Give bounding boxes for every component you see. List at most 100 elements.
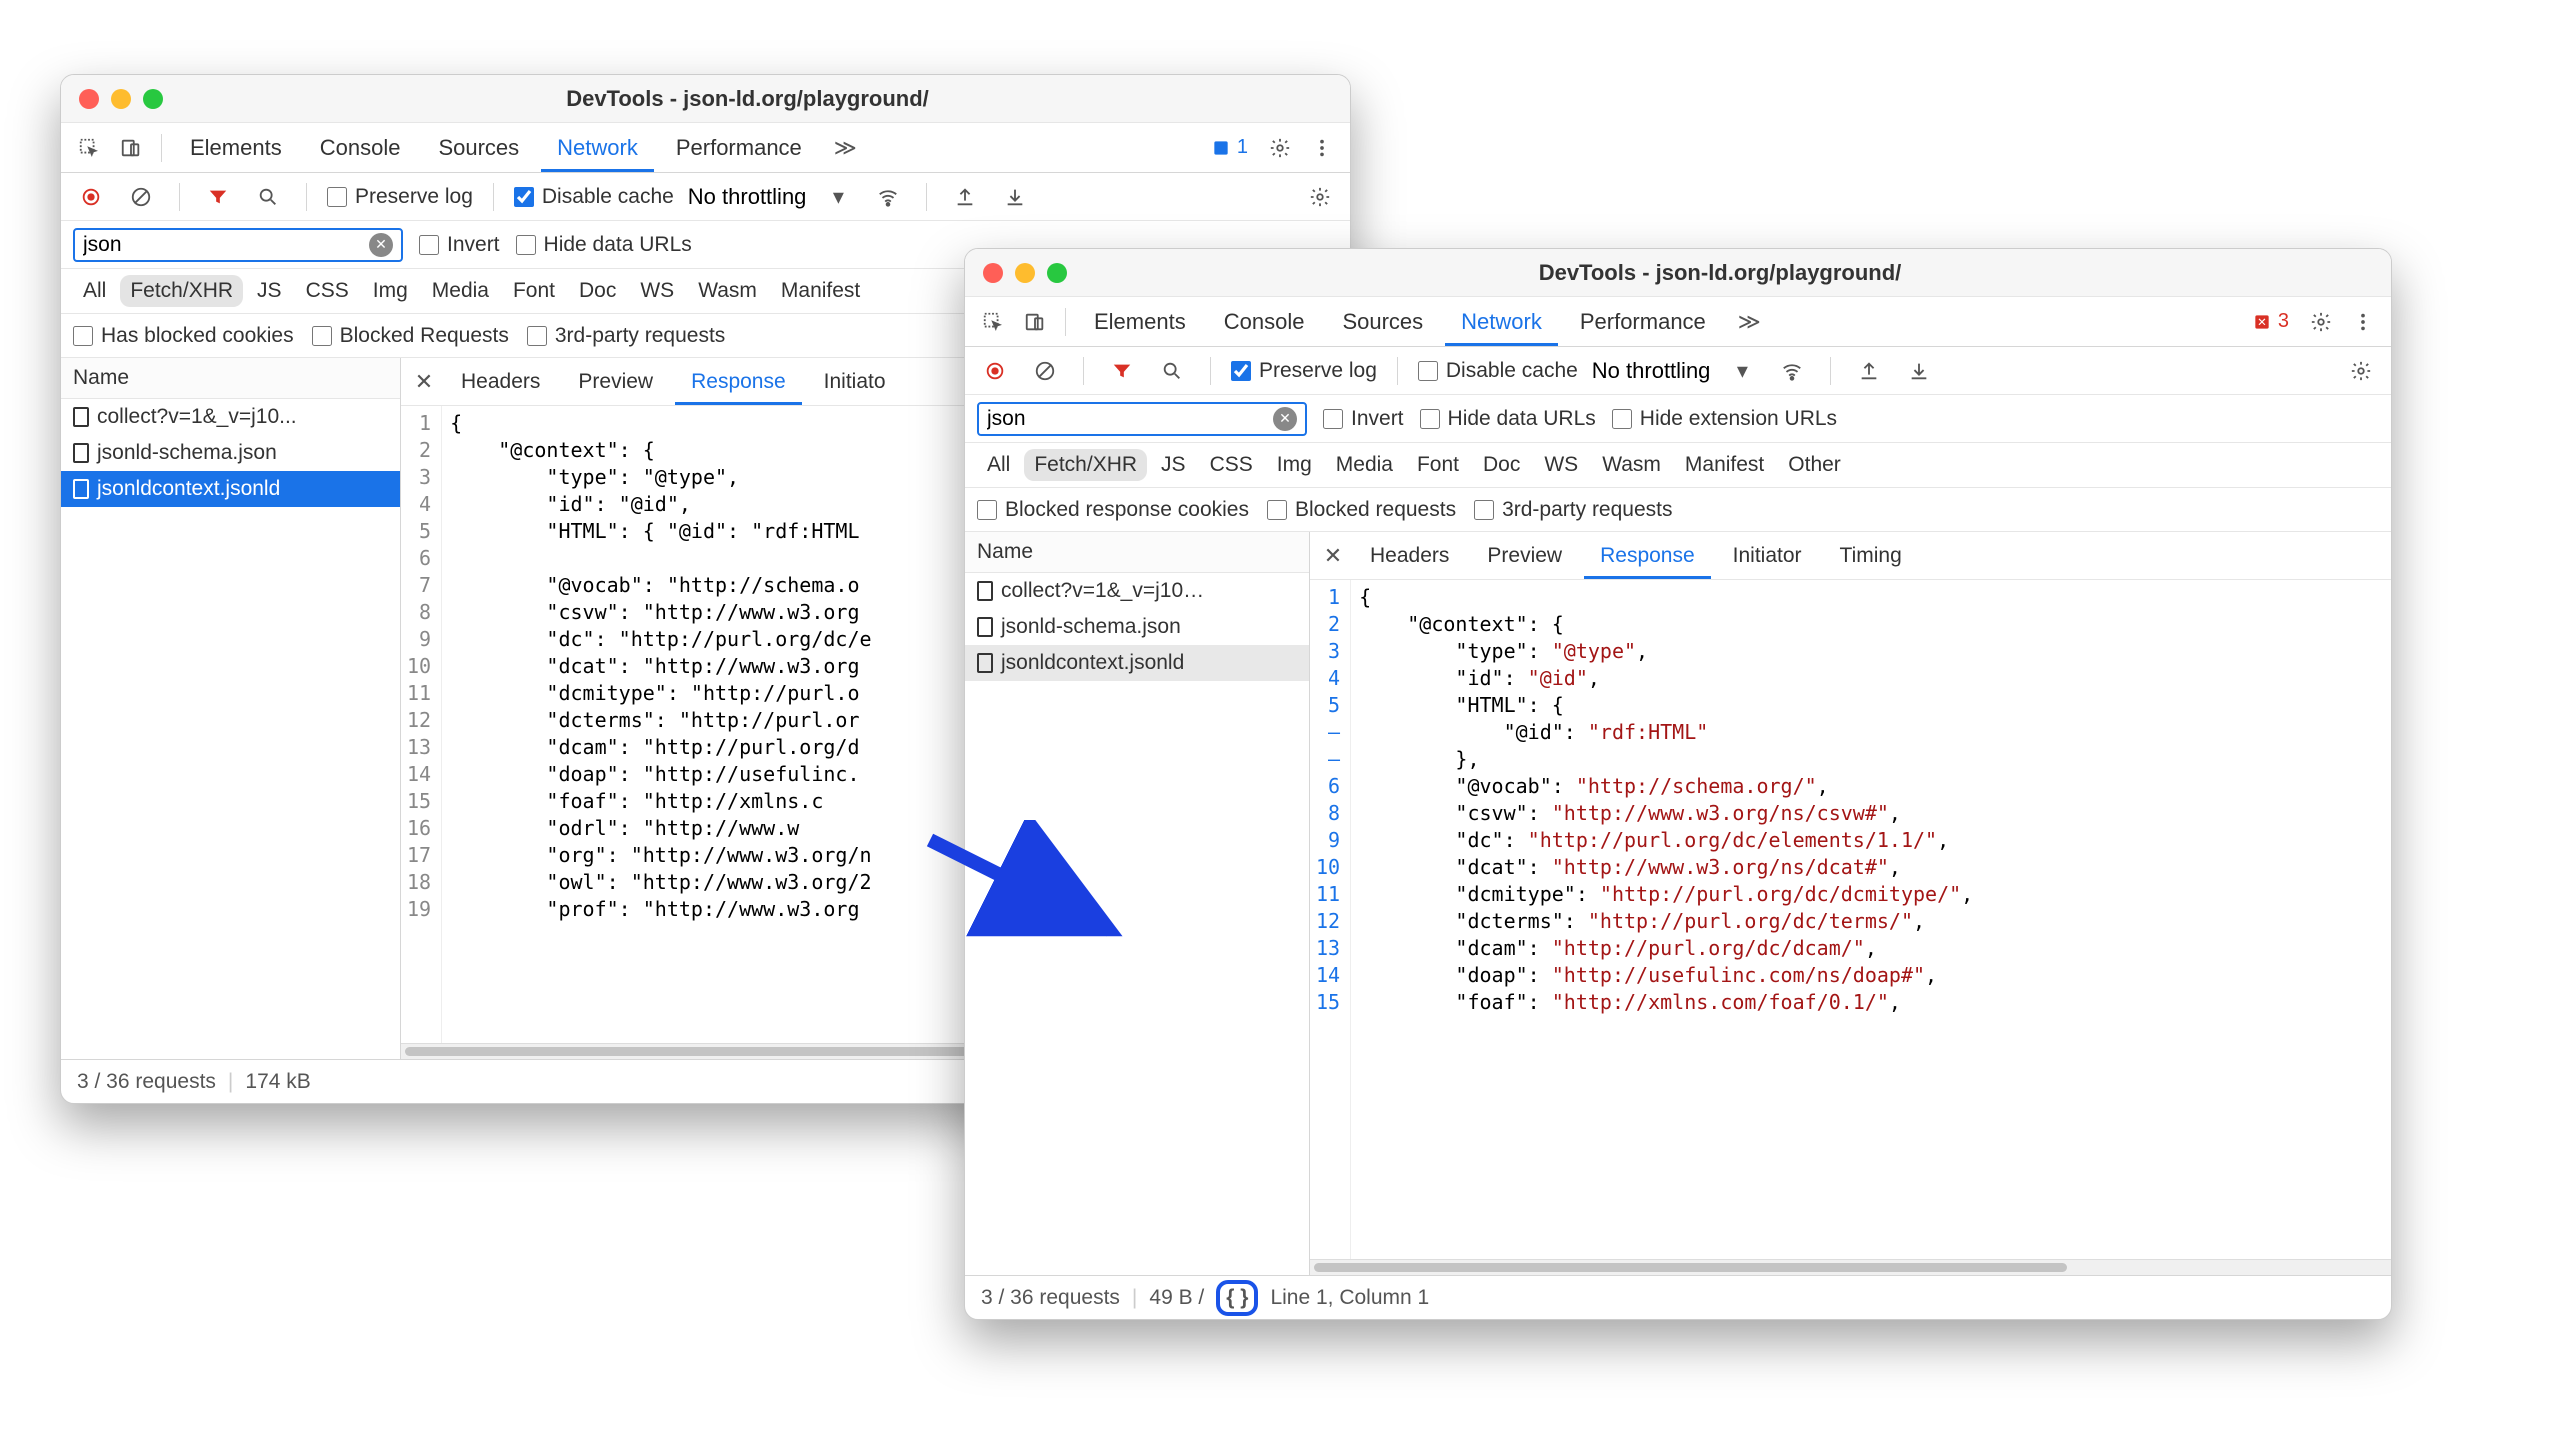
detail-tab-preview[interactable]: Preview <box>1471 532 1578 579</box>
minimize-icon[interactable] <box>111 89 131 109</box>
filter-wasm[interactable]: Wasm <box>688 275 767 307</box>
search-icon[interactable] <box>1154 353 1190 389</box>
errors-badge[interactable]: ✕ 3 <box>2244 308 2297 335</box>
tab-console[interactable]: Console <box>1208 297 1321 346</box>
detail-tab-headers[interactable]: Headers <box>1354 532 1465 579</box>
preserve-log-checkbox[interactable]: Preserve log <box>327 185 473 209</box>
kebab-icon[interactable] <box>1304 130 1340 166</box>
name-column-header[interactable]: Name <box>61 358 400 399</box>
device-icon[interactable] <box>113 130 149 166</box>
filter-js[interactable]: JS <box>247 275 292 307</box>
record-icon[interactable] <box>73 179 109 215</box>
blocked-response-cookies-checkbox[interactable]: Blocked response cookies <box>977 498 1249 522</box>
hide-extension-urls-checkbox[interactable]: Hide extension URLs <box>1612 407 1837 431</box>
throttling-select[interactable]: No throttling <box>1592 358 1711 384</box>
tab-network[interactable]: Network <box>1445 297 1558 346</box>
throttling-select[interactable]: No throttling <box>688 184 807 210</box>
upload-icon[interactable] <box>947 179 983 215</box>
invert-checkbox[interactable]: Invert <box>419 233 500 257</box>
horizontal-scrollbar[interactable] <box>1310 1259 2391 1275</box>
detail-tab-response[interactable]: Response <box>1584 532 1711 579</box>
disable-cache-checkbox[interactable]: Disable cache <box>1418 359 1578 383</box>
tab-performance[interactable]: Performance <box>660 123 818 172</box>
settings-icon[interactable] <box>1302 179 1338 215</box>
filter-fetch[interactable]: Fetch/XHR <box>1024 449 1147 481</box>
filter-img[interactable]: Img <box>363 275 418 307</box>
kebab-icon[interactable] <box>2345 304 2381 340</box>
close-icon[interactable] <box>79 89 99 109</box>
filter-input[interactable]: ✕ <box>73 228 403 262</box>
settings-icon[interactable] <box>2343 353 2379 389</box>
filter-manifest[interactable]: Manifest <box>1675 449 1774 481</box>
minimize-icon[interactable] <box>1015 263 1035 283</box>
filter-ws[interactable]: WS <box>1534 449 1588 481</box>
filter-wasm[interactable]: Wasm <box>1592 449 1671 481</box>
more-tabs-icon[interactable]: ≫ <box>1728 309 1771 335</box>
detail-tab-initiator[interactable]: Initiator <box>1717 532 1818 579</box>
settings-icon[interactable] <box>2303 304 2339 340</box>
filter-js[interactable]: JS <box>1151 449 1196 481</box>
tab-console[interactable]: Console <box>304 123 417 172</box>
hide-data-urls-checkbox[interactable]: Hide data URLs <box>1420 407 1596 431</box>
blocked-requests-checkbox[interactable]: Blocked Requests <box>312 324 509 348</box>
filter-media[interactable]: Media <box>1326 449 1403 481</box>
filter-all[interactable]: All <box>73 275 116 307</box>
device-icon[interactable] <box>1017 304 1053 340</box>
request-row[interactable]: jsonld-schema.json <box>61 435 400 471</box>
close-detail-icon[interactable]: ✕ <box>1318 541 1348 571</box>
filter-manifest[interactable]: Manifest <box>771 275 870 307</box>
blocked-cookies-checkbox[interactable]: Has blocked cookies <box>73 324 294 348</box>
upload-icon[interactable] <box>1851 353 1887 389</box>
filter-icon[interactable] <box>1104 353 1140 389</box>
maximize-icon[interactable] <box>143 89 163 109</box>
search-icon[interactable] <box>250 179 286 215</box>
tab-performance[interactable]: Performance <box>1564 297 1722 346</box>
issues-badge[interactable]: 1 <box>1203 134 1256 161</box>
request-row-selected[interactable]: jsonldcontext.jsonld <box>61 471 400 507</box>
filter-ws[interactable]: WS <box>630 275 684 307</box>
settings-icon[interactable] <box>1262 130 1298 166</box>
filter-font[interactable]: Font <box>503 275 565 307</box>
filter-media[interactable]: Media <box>422 275 499 307</box>
filter-icon[interactable] <box>200 179 236 215</box>
chevron-down-icon[interactable]: ▾ <box>820 179 856 215</box>
filter-doc[interactable]: Doc <box>1473 449 1530 481</box>
download-icon[interactable] <box>1901 353 1937 389</box>
tab-sources[interactable]: Sources <box>422 123 535 172</box>
request-row[interactable]: jsonld-schema.json <box>965 609 1309 645</box>
request-row[interactable]: collect?v=1&_v=j10... <box>61 399 400 435</box>
preserve-log-checkbox[interactable]: Preserve log <box>1231 359 1377 383</box>
filter-font[interactable]: Font <box>1407 449 1469 481</box>
detail-tab-preview[interactable]: Preview <box>562 358 669 405</box>
filter-input[interactable]: ✕ <box>977 402 1307 436</box>
filter-css[interactable]: CSS <box>1200 449 1263 481</box>
close-icon[interactable] <box>983 263 1003 283</box>
maximize-icon[interactable] <box>1047 263 1067 283</box>
record-icon[interactable] <box>977 353 1013 389</box>
inspect-icon[interactable] <box>71 130 107 166</box>
filter-doc[interactable]: Doc <box>569 275 626 307</box>
clear-filter-icon[interactable]: ✕ <box>369 233 393 257</box>
tab-sources[interactable]: Sources <box>1326 297 1439 346</box>
filter-fetch[interactable]: Fetch/XHR <box>120 275 243 307</box>
filter-css[interactable]: CSS <box>296 275 359 307</box>
filter-other[interactable]: Other <box>1778 449 1851 481</box>
close-detail-icon[interactable]: ✕ <box>409 367 439 397</box>
chevron-down-icon[interactable]: ▾ <box>1724 353 1760 389</box>
pretty-print-button[interactable]: { } <box>1216 1280 1258 1316</box>
detail-tab-response[interactable]: Response <box>675 358 802 405</box>
wifi-icon[interactable] <box>870 179 906 215</box>
detail-tab-headers[interactable]: Headers <box>445 358 556 405</box>
code-body[interactable]: { "@context": { "type": "@type", "id": "… <box>1351 580 2391 1259</box>
third-party-checkbox[interactable]: 3rd-party requests <box>527 324 725 348</box>
name-column-header[interactable]: Name <box>965 532 1309 573</box>
tab-elements[interactable]: Elements <box>1078 297 1202 346</box>
disable-cache-checkbox[interactable]: Disable cache <box>514 185 674 209</box>
clear-icon[interactable] <box>1027 353 1063 389</box>
tab-network[interactable]: Network <box>541 123 654 172</box>
inspect-icon[interactable] <box>975 304 1011 340</box>
invert-checkbox[interactable]: Invert <box>1323 407 1404 431</box>
third-party-checkbox[interactable]: 3rd-party requests <box>1474 498 1672 522</box>
wifi-icon[interactable] <box>1774 353 1810 389</box>
blocked-requests-checkbox[interactable]: Blocked requests <box>1267 498 1456 522</box>
